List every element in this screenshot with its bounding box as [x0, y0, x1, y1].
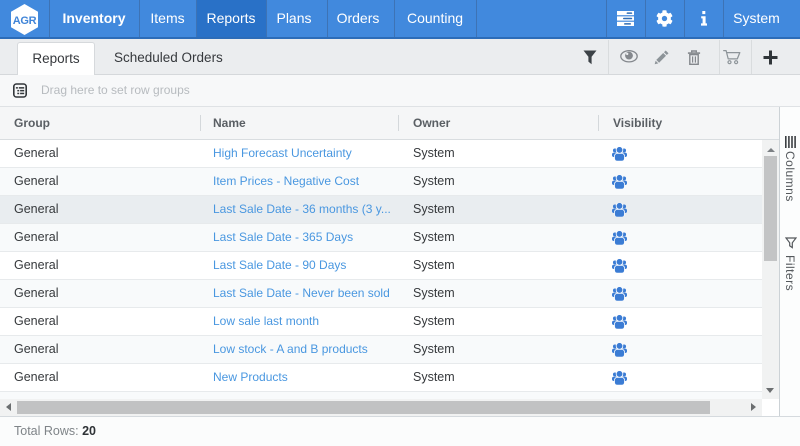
svg-text:AGR: AGR	[13, 15, 37, 27]
